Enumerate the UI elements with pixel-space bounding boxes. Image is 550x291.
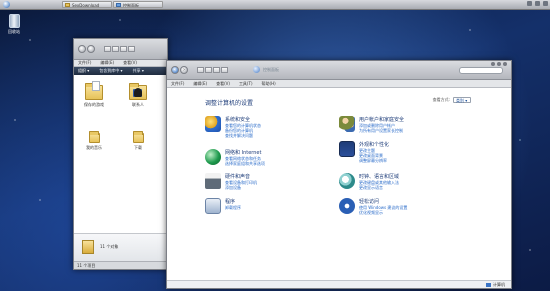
view-columns-button[interactable]	[128, 46, 135, 52]
explorer-menubar: 文件(F) 编辑(E) 查看(V)	[74, 60, 167, 67]
explorer-titlebar[interactable]	[74, 39, 167, 60]
category-title[interactable]: 轻松访问	[359, 198, 379, 205]
start-orb-icon[interactable]	[3, 1, 10, 8]
forward-button[interactable]	[87, 45, 95, 53]
file-item-my-music[interactable]: 我的音乐	[80, 131, 108, 151]
control-panel-icon	[116, 3, 121, 7]
folder-icon	[85, 81, 103, 100]
search-input[interactable]	[459, 67, 503, 74]
minimize-button[interactable]	[491, 62, 495, 66]
control-panel-titlebar[interactable]: ‹ › 控制面板	[167, 61, 511, 80]
music-folder-icon	[88, 131, 100, 143]
view-icons-button[interactable]	[104, 46, 111, 52]
printer-icon	[205, 173, 221, 189]
programs-icon	[205, 198, 221, 214]
category-title[interactable]: 程序	[225, 198, 235, 205]
menu-tools[interactable]: 工具(T)	[239, 80, 253, 87]
system-tray	[527, 1, 548, 6]
category-link[interactable]: 查找并解决问题	[225, 133, 253, 139]
file-item-label: 联系人	[132, 102, 144, 107]
menu-view[interactable]: 查看(V)	[123, 60, 137, 66]
page-title: 调整计算机的设置	[205, 100, 254, 107]
users-icon	[339, 116, 355, 132]
category-title[interactable]: 网络和 Internet	[225, 149, 261, 156]
category-title[interactable]: 用户帐户和家庭安全	[359, 116, 404, 123]
control-panel-window: ‹ › 控制面板 文件(F) 编辑(E) 查看(V) 工具(T) 帮助(H) 调…	[166, 60, 512, 289]
clock-globe-icon	[339, 173, 355, 189]
clock-icon[interactable]	[543, 1, 548, 6]
file-item-label: 下载	[134, 145, 142, 150]
file-item-label: 我的音乐	[86, 145, 102, 150]
category-title[interactable]: 系统和安全	[225, 116, 250, 123]
forward-button[interactable]: ›	[180, 66, 188, 74]
command-bar: 组织 ▾ 包含到库中 ▾ 共享 ▾	[74, 67, 167, 75]
category-link[interactable]: 添加设备	[225, 185, 241, 191]
menu-file[interactable]: 文件(F)	[171, 80, 184, 87]
monitor-icon	[339, 141, 355, 157]
taskbar-item-control-panel[interactable]: 控制面板	[113, 1, 163, 8]
folder-icon	[65, 3, 70, 7]
details-text: 11 个对象	[100, 244, 119, 249]
file-item-downloads[interactable]: 下载	[124, 131, 152, 151]
category-link[interactable]: 调整屏幕分辨率	[359, 158, 387, 164]
recycle-bin[interactable]: 回收站	[3, 14, 25, 35]
control-panel-footer: 计算机	[167, 280, 511, 288]
view-icons-button[interactable]	[197, 67, 204, 73]
recycle-bin-label: 回收站	[8, 29, 20, 34]
file-item-label: 保存的游戏	[84, 102, 104, 107]
taskbar-item-sexdownload[interactable]: SexDownload	[62, 1, 112, 8]
menu-edit[interactable]: 编辑(E)	[193, 80, 207, 87]
view-details-button[interactable]	[213, 67, 220, 73]
globe-icon	[205, 149, 221, 165]
category-title[interactable]: 时钟、语言和区域	[359, 173, 399, 180]
share-button[interactable]: 共享 ▾	[133, 67, 144, 75]
view-by: 查看方式: 类别 ▾	[433, 97, 471, 103]
category-title[interactable]: 硬件和声音	[225, 173, 250, 180]
status-bar: 11 个项目	[74, 261, 167, 269]
control-panel-menubar: 文件(F) 编辑(E) 查看(V) 工具(T) 帮助(H)	[167, 80, 511, 88]
close-button[interactable]	[503, 62, 507, 66]
accessibility-icon	[339, 198, 355, 214]
explorer-window: 文件(F) 编辑(E) 查看(V) 组织 ▾ 包含到库中 ▾ 共享 ▾ 保存的游…	[73, 38, 168, 270]
category-link[interactable]: 卸载程序	[225, 205, 241, 211]
menu-file[interactable]: 文件(F)	[78, 60, 91, 66]
menu-help[interactable]: 帮助(H)	[262, 80, 276, 87]
back-button[interactable]: ‹	[171, 66, 179, 74]
view-list-button[interactable]	[112, 46, 119, 52]
file-item-contacts[interactable]: 联系人	[124, 83, 152, 108]
view-columns-button[interactable]	[221, 67, 228, 73]
details-pane: 11 个对象	[74, 233, 167, 262]
library-icon	[82, 240, 94, 254]
network-icon[interactable]	[527, 1, 532, 6]
category-title[interactable]: 外观和个性化	[359, 141, 389, 148]
category-link[interactable]: 更改显示语言	[359, 185, 383, 191]
view-by-label: 查看方式:	[432, 97, 450, 102]
recycle-bin-icon	[8, 14, 20, 28]
menu-edit[interactable]: 编辑(E)	[100, 60, 114, 66]
organize-button[interactable]: 组织 ▾	[78, 67, 89, 75]
category-link[interactable]: 为所有用户设置家长控制	[359, 128, 403, 134]
view-by-select[interactable]: 类别 ▾	[453, 97, 471, 103]
view-list-button[interactable]	[205, 67, 212, 73]
maximize-button[interactable]	[497, 62, 501, 66]
category-link[interactable]: 选择家庭组和共享选项	[225, 161, 265, 167]
address-bar[interactable]: 控制面板	[263, 67, 279, 73]
window-controls	[491, 62, 507, 66]
menu-view[interactable]: 查看(V)	[216, 80, 230, 87]
computer-label: 计算机	[486, 281, 505, 288]
control-panel-icon	[253, 66, 260, 73]
category-link[interactable]: 优化视频显示	[359, 210, 383, 216]
downloads-folder-icon	[132, 131, 144, 143]
include-in-library-button[interactable]: 包含到库中 ▾	[99, 67, 122, 75]
file-item-saved-games[interactable]: 保存的游戏	[80, 81, 108, 108]
contacts-folder-icon	[129, 83, 147, 100]
view-details-button[interactable]	[120, 46, 127, 52]
volume-icon[interactable]	[535, 1, 540, 6]
shield-icon	[205, 116, 221, 132]
taskbar: SexDownload 控制面板	[0, 0, 550, 10]
back-button[interactable]	[78, 45, 86, 53]
